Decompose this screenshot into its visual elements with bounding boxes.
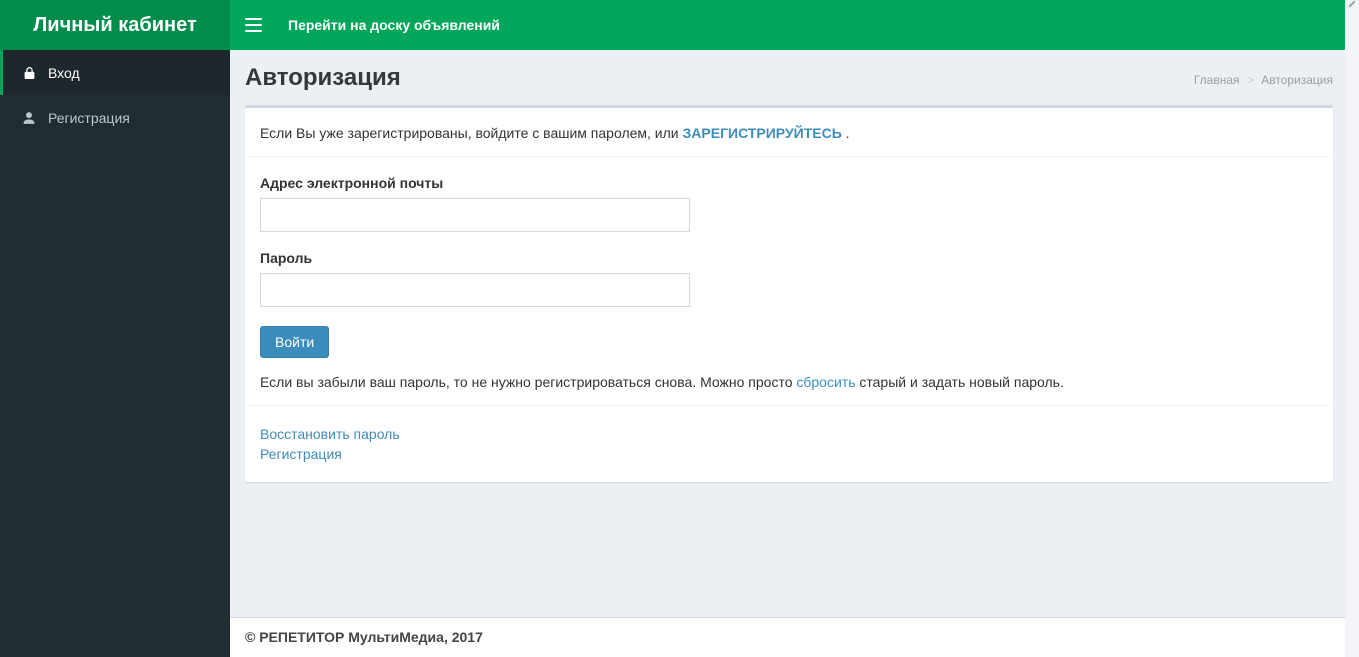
divider: [249, 156, 1329, 158]
copyright-text: © РЕПЕТИТОР МультиМедиа, 2017: [245, 629, 483, 645]
sidebar: Вход Регистрация: [0, 50, 230, 657]
login-box: Если Вы уже зарегистрированы, войдите с …: [245, 105, 1333, 483]
register-inline-link[interactable]: ЗАРЕГИСТРИРУЙТЕСЬ: [683, 125, 842, 141]
breadcrumb-separator: >: [1246, 73, 1254, 87]
sidebar-menu: Вход Регистрация: [0, 50, 230, 140]
sidebar-item-login[interactable]: Вход: [0, 50, 230, 95]
scrollbar[interactable]: [1345, 0, 1359, 657]
sidebar-item-registration[interactable]: Регистрация: [0, 95, 230, 140]
registration-link[interactable]: Регистрация: [260, 444, 1318, 464]
sidebar-item-label: Вход: [48, 64, 80, 81]
breadcrumb-home-link[interactable]: Главная: [1194, 73, 1240, 87]
breadcrumb-current: Авторизация: [1261, 73, 1333, 87]
footer: © РЕПЕТИТОР МультиМедиа, 2017: [230, 617, 1345, 657]
login-button[interactable]: Войти: [260, 326, 330, 359]
sidebar-item-label: Регистрация: [48, 109, 130, 126]
page-title: Авторизация: [245, 64, 401, 91]
app-logo-label: Личный кабинет: [33, 13, 197, 36]
restore-password-link[interactable]: Восстановить пароль: [260, 424, 1318, 444]
forgot-password-help: Если вы забыли ваш пароль, то не нужно р…: [260, 374, 1064, 391]
app-wrapper: Личный кабинет Перейти на доску объявлен…: [0, 0, 1359, 657]
password-form-group: Пароль: [260, 250, 1318, 308]
breadcrumb: Главная > Авторизация: [1194, 73, 1333, 87]
app-logo[interactable]: Личный кабинет: [0, 0, 230, 50]
content-area: Авторизация Главная > Авторизация Если В…: [230, 50, 1345, 617]
email-label: Адрес электронной почты: [260, 175, 444, 192]
main-header: Личный кабинет Перейти на доску объявлен…: [0, 0, 1359, 50]
email-form-group: Адрес электронной почты: [260, 175, 1318, 233]
user-icon: [18, 111, 40, 125]
sidebar-toggle-button[interactable]: [230, 0, 276, 50]
password-label: Пароль: [260, 250, 313, 267]
intro-text: Если Вы уже зарегистрированы, войдите с …: [260, 125, 850, 142]
bottom-links: Восстановить пароль Регистрация: [260, 421, 1318, 464]
password-input[interactable]: [260, 273, 690, 308]
email-input[interactable]: [260, 198, 690, 233]
scrollbar-arrow-icon: [1348, 0, 1356, 8]
top-navbar: Перейти на доску объявлений: [230, 0, 1359, 50]
lock-icon: [18, 66, 40, 80]
reset-password-inline-link[interactable]: сбросить: [796, 374, 855, 390]
divider: [249, 405, 1329, 407]
navbar-board-link[interactable]: Перейти на доску объявлений: [288, 17, 500, 33]
content-header: Авторизация Главная > Авторизация: [245, 64, 1333, 91]
